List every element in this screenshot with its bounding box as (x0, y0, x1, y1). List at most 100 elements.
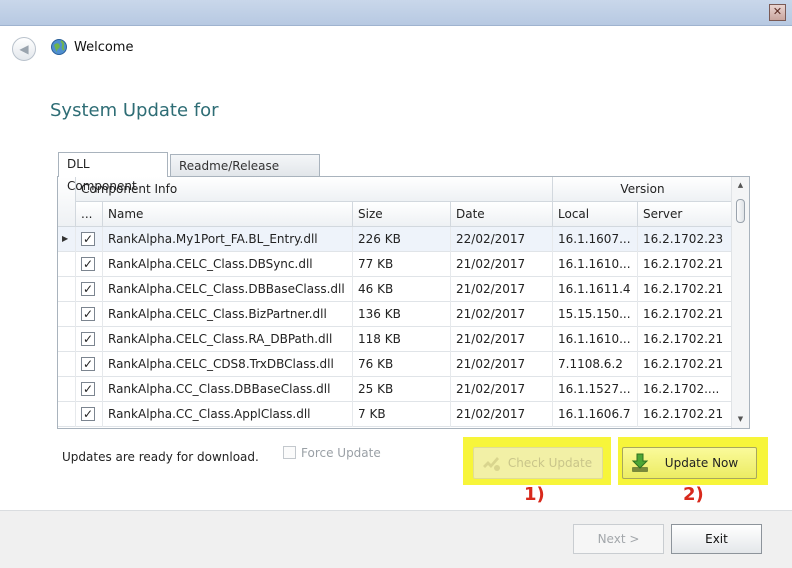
cell-size: 46 KB (353, 277, 451, 302)
cell-name: RankAlpha.CELC_Class.DBBaseClass.dll (103, 277, 353, 302)
cell-server: 16.2.1702.21 (638, 402, 733, 427)
cell-size: 7 KB (353, 402, 451, 427)
cell-size: 25 KB (353, 377, 451, 402)
row-checkbox-cell[interactable]: ✓ (76, 352, 103, 377)
update-now-button[interactable]: Update Now (622, 447, 757, 479)
row-checkbox-cell[interactable]: ✓ (76, 327, 103, 352)
globe-update-icon (51, 39, 67, 55)
row-checkbox-cell[interactable]: ✓ (76, 377, 103, 402)
cell-date: 21/02/2017 (451, 377, 553, 402)
scroll-thumb[interactable] (736, 199, 745, 223)
cell-local: 16.1.1610... (553, 252, 638, 277)
back-button[interactable]: ◀ (12, 37, 36, 61)
cell-date: 21/02/2017 (451, 252, 553, 277)
column-header-name[interactable]: Name (103, 202, 353, 227)
row-indicator-icon (58, 302, 76, 327)
row-indicator-icon (58, 402, 76, 427)
table-row[interactable]: ✓ RankAlpha.CC_Class.DBBaseClass.dll 25 KB… (58, 377, 733, 402)
row-checkbox-cell[interactable]: ✓ (76, 252, 103, 277)
column-header-date[interactable]: Date (451, 202, 553, 227)
table-row[interactable]: ✓ RankAlpha.CELC_Class.DBBaseClass.dll 46 … (58, 277, 733, 302)
row-checkbox[interactable]: ✓ (81, 257, 95, 271)
cell-server: 16.2.1702.21 (638, 252, 733, 277)
row-checkbox-cell[interactable]: ✓ (76, 402, 103, 427)
row-checkbox[interactable]: ✓ (81, 332, 95, 346)
check-update-icon (483, 457, 500, 471)
cell-server: 16.2.1702.... (638, 377, 733, 402)
row-indicator-icon (58, 252, 76, 277)
cell-size: 118 KB (353, 327, 451, 352)
table-row[interactable]: ✓ RankAlpha.CELC_CDS8.TrxDBClass.dll 76 KB… (58, 352, 733, 377)
tab-readme-release-note[interactable]: Readme/Release Note (170, 154, 320, 195)
row-checkbox[interactable]: ✓ (81, 307, 95, 321)
window-titlebar: ✕ (0, 0, 792, 26)
page-title: System Update for (50, 100, 219, 121)
column-header-server[interactable]: Server (638, 202, 733, 227)
vertical-scrollbar[interactable]: ▲ ▼ (731, 177, 749, 428)
cell-server: 16.2.1702.21 (638, 277, 733, 302)
row-checkbox-cell[interactable]: ✓ (76, 302, 103, 327)
row-checkbox[interactable]: ✓ (81, 357, 95, 371)
cell-date: 21/02/2017 (451, 302, 553, 327)
row-checkbox-cell[interactable]: ✓ (76, 227, 103, 252)
nav-bar: ◀ Welcome (0, 26, 792, 72)
check-update-button[interactable]: Check Update (473, 447, 603, 479)
check-update-label: Check Update (507, 456, 593, 470)
group-header-component-info: Component Info (76, 177, 553, 202)
table-row[interactable]: ✓ RankAlpha.CELC_Class.BizPartner.dll 136 … (58, 302, 733, 327)
table-row[interactable]: ✓ RankAlpha.CELC_Class.RA_DBPath.dll 118 K… (58, 327, 733, 352)
row-checkbox-cell[interactable]: ✓ (76, 277, 103, 302)
cell-local: 16.1.1610... (553, 327, 638, 352)
cell-name: RankAlpha.CELC_Class.DBSync.dll (103, 252, 353, 277)
table-row[interactable]: ✓ RankAlpha.CC_Class.ApplClass.dll 7 KB 21/… (58, 402, 733, 427)
cell-local: 16.1.1527... (553, 377, 638, 402)
cell-local: 16.1.1607... (553, 227, 638, 252)
cell-date: 21/02/2017 (451, 402, 553, 427)
cell-date: 21/02/2017 (451, 352, 553, 377)
force-update-box[interactable] (283, 446, 296, 459)
cell-server: 16.2.1702.21 (638, 352, 733, 377)
cell-local: 15.15.150... (553, 302, 638, 327)
nav-title: Welcome (74, 40, 134, 55)
cell-size: 77 KB (353, 252, 451, 277)
row-checkbox[interactable]: ✓ (81, 382, 95, 396)
row-indicator-icon (58, 277, 76, 302)
row-indicator-icon: ▶ (58, 227, 76, 252)
row-indicator-icon (58, 377, 76, 402)
cell-date: 21/02/2017 (451, 327, 553, 352)
next-button[interactable]: Next > (573, 524, 664, 554)
download-arrow-icon (631, 453, 649, 472)
cell-date: 21/02/2017 (451, 277, 553, 302)
force-update-checkbox[interactable]: Force Update (283, 446, 381, 460)
table-row[interactable]: ▶ ✓ RankAlpha.My1Port_FA.BL_Entry.dll 226 K… (58, 227, 733, 252)
table-row[interactable]: ✓ RankAlpha.CELC_Class.DBSync.dll 77 KB 21/… (58, 252, 733, 277)
column-header-size[interactable]: Size (353, 202, 451, 227)
update-now-label: Update Now (664, 456, 739, 470)
row-checkbox[interactable]: ✓ (81, 407, 95, 421)
close-button[interactable]: ✕ (769, 4, 786, 21)
cell-size: 76 KB (353, 352, 451, 377)
status-text: Updates are ready for download. (62, 450, 259, 464)
cell-name: RankAlpha.CC_Class.DBBaseClass.dll (103, 377, 353, 402)
cell-date: 22/02/2017 (451, 227, 553, 252)
row-checkbox[interactable]: ✓ (81, 282, 95, 296)
scroll-up-arrow-icon[interactable]: ▲ (732, 177, 749, 194)
force-update-label: Force Update (301, 446, 381, 460)
cell-server: 16.2.1702.21 (638, 327, 733, 352)
exit-button[interactable]: Exit (671, 524, 762, 554)
cell-name: RankAlpha.CELC_Class.RA_DBPath.dll (103, 327, 353, 352)
column-header-check[interactable]: ... (76, 202, 103, 227)
cell-name: RankAlpha.CC_Class.ApplClass.dll (103, 402, 353, 427)
cell-local: 16.1.1606.7 (553, 402, 638, 427)
column-header-local[interactable]: Local (553, 202, 638, 227)
row-checkbox[interactable]: ✓ (81, 232, 95, 246)
cell-size: 226 KB (353, 227, 451, 252)
cell-size: 136 KB (353, 302, 451, 327)
annotation-step-2: 2) (683, 484, 704, 505)
row-indicator-icon (58, 327, 76, 352)
cell-name: RankAlpha.CELC_CDS8.TrxDBClass.dll (103, 352, 353, 377)
scroll-down-arrow-icon[interactable]: ▼ (732, 411, 749, 428)
group-header-version: Version (553, 177, 733, 202)
tab-dll-component[interactable]: DLL Component (58, 152, 168, 193)
cell-name: RankAlpha.My1Port_FA.BL_Entry.dll (103, 227, 353, 252)
